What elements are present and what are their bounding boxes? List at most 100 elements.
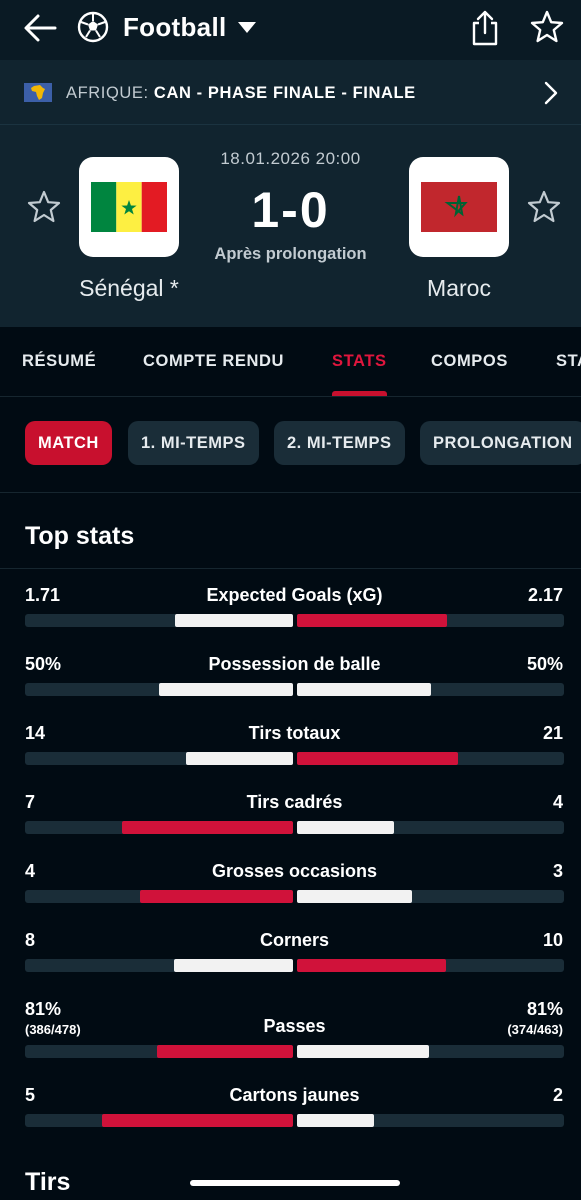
- tab-stats[interactable]: STATS: [332, 352, 387, 371]
- competition-label: AFRIQUE: CAN - PHASE FINALE - FINALE: [66, 84, 416, 103]
- stat-away-value: 2.17: [528, 585, 563, 606]
- stat-row: 5 Cartons jaunes 2: [0, 1085, 581, 1147]
- stat-home-track: [25, 614, 293, 627]
- stat-label: Possession de balle: [208, 654, 381, 674]
- soccer-ball-icon: [77, 11, 109, 43]
- stat-home-track: [25, 821, 293, 834]
- competition-region: AFRIQUE:: [66, 84, 149, 102]
- stat-home-bar: [174, 959, 293, 972]
- stat-home-bar: [102, 1114, 293, 1127]
- stat-away-text: 10: [542, 930, 563, 950]
- section-divider: [0, 568, 581, 569]
- home-indicator-bar: [190, 1180, 400, 1186]
- africa-flag-icon: [24, 83, 52, 102]
- active-tab-indicator: [332, 391, 387, 396]
- chevron-down-icon[interactable]: [237, 20, 257, 34]
- star-icon[interactable]: [529, 9, 565, 45]
- stat-away-bar: [297, 890, 412, 903]
- tab-resume[interactable]: RÉSUMÉ: [22, 352, 96, 371]
- stat-home-bar: [159, 683, 293, 696]
- stat-away-track: [297, 890, 564, 903]
- stat-row: 14 Tirs totaux 21: [0, 723, 581, 785]
- section-title-top-stats: Top stats: [25, 522, 135, 550]
- stat-away-text: 3: [552, 861, 563, 881]
- stat-home-track: [25, 1114, 293, 1127]
- period-filter-bar: MATCH 1. MI-TEMPS 2. MI-TEMPS PROLONGATI…: [0, 397, 581, 493]
- stat-label: Expected Goals (xG): [206, 585, 383, 605]
- home-team-name[interactable]: Sénégal *: [49, 275, 209, 302]
- stat-away-bar: [297, 959, 446, 972]
- tab-compos[interactable]: COMPOS: [431, 352, 508, 371]
- stat-away-text: 50%: [526, 654, 563, 674]
- competition-breadcrumb[interactable]: AFRIQUE: CAN - PHASE FINALE - FINALE: [0, 60, 581, 125]
- stat-home-bar: [140, 890, 293, 903]
- tab-compte-rendu[interactable]: COMPTE RENDU: [143, 352, 284, 371]
- stat-away-bar: [297, 1045, 429, 1058]
- stat-away-track: [297, 752, 564, 765]
- stat-label: Tirs cadrés: [246, 792, 343, 812]
- stat-label: Cartons jaunes: [229, 1085, 360, 1105]
- period-chip-first-half[interactable]: 1. MI-TEMPS: [128, 421, 259, 465]
- stat-away-track: [297, 1045, 564, 1058]
- stat-label: Passes: [263, 1016, 326, 1036]
- stat-row: 4 Grosses occasions 3: [0, 861, 581, 923]
- away-team-badge[interactable]: [409, 157, 509, 257]
- stat-home-track: [25, 959, 293, 972]
- share-icon[interactable]: [469, 9, 501, 47]
- stat-home-bar: [186, 752, 293, 765]
- stat-away-value: 2: [553, 1085, 563, 1106]
- away-team-name[interactable]: Maroc: [379, 275, 539, 302]
- stat-away-bar: [297, 752, 458, 765]
- stat-away-track: [297, 683, 564, 696]
- match-header: Sénégal * 18.01.2026 20:00 1-0 Après pro…: [0, 125, 581, 327]
- stat-home-bar: [122, 821, 293, 834]
- stat-away-value: 4: [553, 792, 563, 813]
- app-bar: Football: [0, 0, 581, 60]
- stat-home-track: [25, 890, 293, 903]
- stat-away-text: 4: [552, 792, 563, 812]
- stat-away-text: 81%: [526, 999, 563, 1019]
- stat-away-track: [297, 614, 564, 627]
- stat-home-track: [25, 683, 293, 696]
- stat-away-bar: [297, 1114, 374, 1127]
- stat-away-bar: [297, 821, 394, 834]
- stat-row: 1.71 Expected Goals (xG) 2.17: [0, 585, 581, 647]
- stat-away-value: 81% (374/463): [507, 999, 563, 1037]
- sport-title[interactable]: Football: [123, 12, 227, 43]
- stat-away-text: 21: [542, 723, 563, 743]
- stat-away-value: 3: [553, 861, 563, 882]
- tab-more[interactable]: STA: [556, 352, 581, 371]
- competition-name: CAN - PHASE FINALE - FINALE: [153, 84, 416, 102]
- chevron-right-icon[interactable]: [542, 81, 560, 105]
- stat-home-bar: [157, 1045, 293, 1058]
- period-chip-extra-time[interactable]: PROLONGATION: [420, 421, 581, 465]
- stat-row: 81% (386/478) Passes 81% (374/463): [0, 999, 581, 1061]
- stat-away-value: 21: [543, 723, 563, 744]
- stat-row: 50% Possession de balle 50%: [0, 654, 581, 716]
- stat-label: Grosses occasions: [211, 861, 378, 881]
- period-chip-second-half[interactable]: 2. MI-TEMPS: [274, 421, 405, 465]
- match-tabs: RÉSUMÉ COMPTE RENDU STATS COMPOS STA: [0, 327, 581, 397]
- stat-away-value: 50%: [527, 654, 563, 675]
- stat-away-bar: [297, 614, 447, 627]
- stat-row: 7 Tirs cadrés 4: [0, 792, 581, 854]
- stat-away-track: [297, 959, 564, 972]
- period-chip-match[interactable]: MATCH: [25, 421, 112, 465]
- back-arrow-icon[interactable]: [22, 10, 58, 46]
- stat-away-value: 10: [543, 930, 563, 951]
- stat-row: 8 Corners 10: [0, 930, 581, 992]
- stat-away-track: [297, 821, 564, 834]
- stat-away-bar: [297, 683, 431, 696]
- stat-away-track: [297, 1114, 564, 1127]
- stat-away-detail: (374/463): [507, 1022, 563, 1037]
- section-title-shots: Tirs: [25, 1168, 71, 1196]
- stat-away-text: 2: [552, 1085, 563, 1105]
- stat-home-bar: [175, 614, 293, 627]
- stat-label: Tirs totaux: [248, 723, 341, 743]
- stat-home-track: [25, 1045, 293, 1058]
- stat-away-text: 2.17: [527, 585, 563, 605]
- stat-home-track: [25, 752, 293, 765]
- stat-label: Corners: [259, 930, 330, 950]
- morocco-flag-icon: [421, 182, 497, 232]
- away-favorite-star-icon[interactable]: [526, 189, 562, 225]
